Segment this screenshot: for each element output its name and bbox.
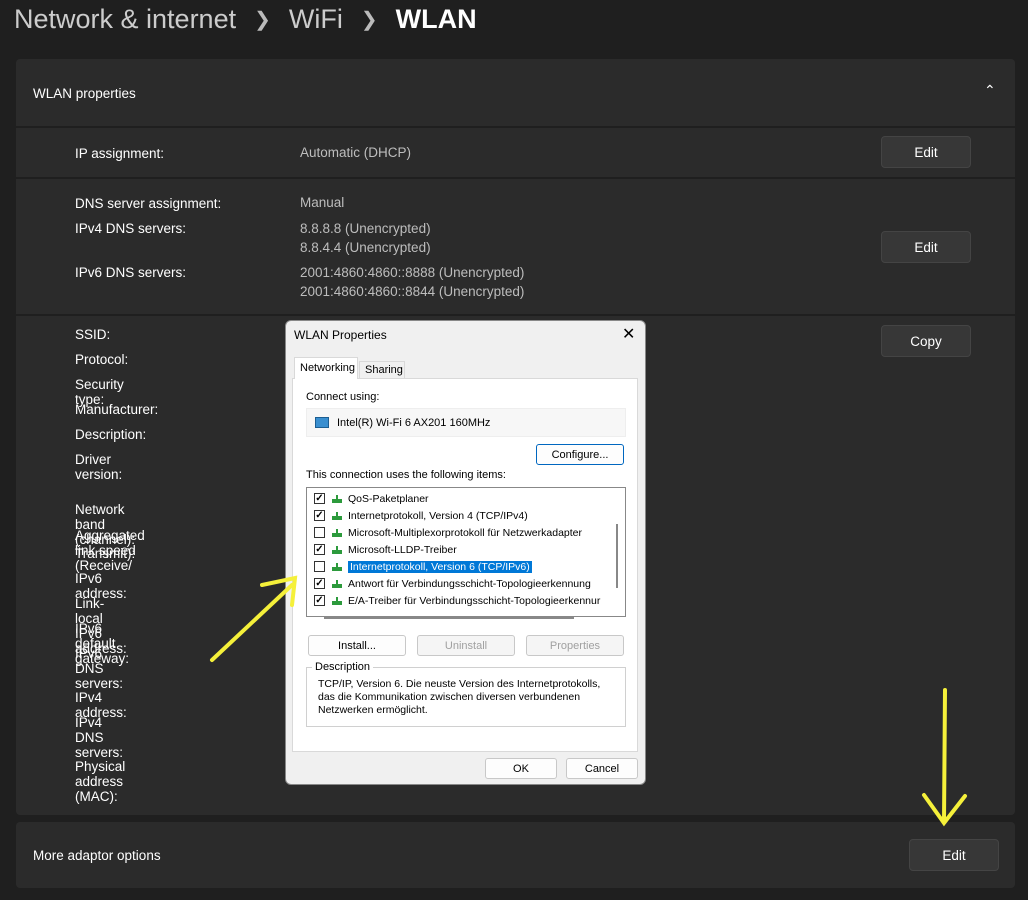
arrow-to-ipv6: [210, 575, 298, 662]
annotation-arrows: [210, 575, 967, 827]
arrow-to-edit: [922, 688, 967, 827]
